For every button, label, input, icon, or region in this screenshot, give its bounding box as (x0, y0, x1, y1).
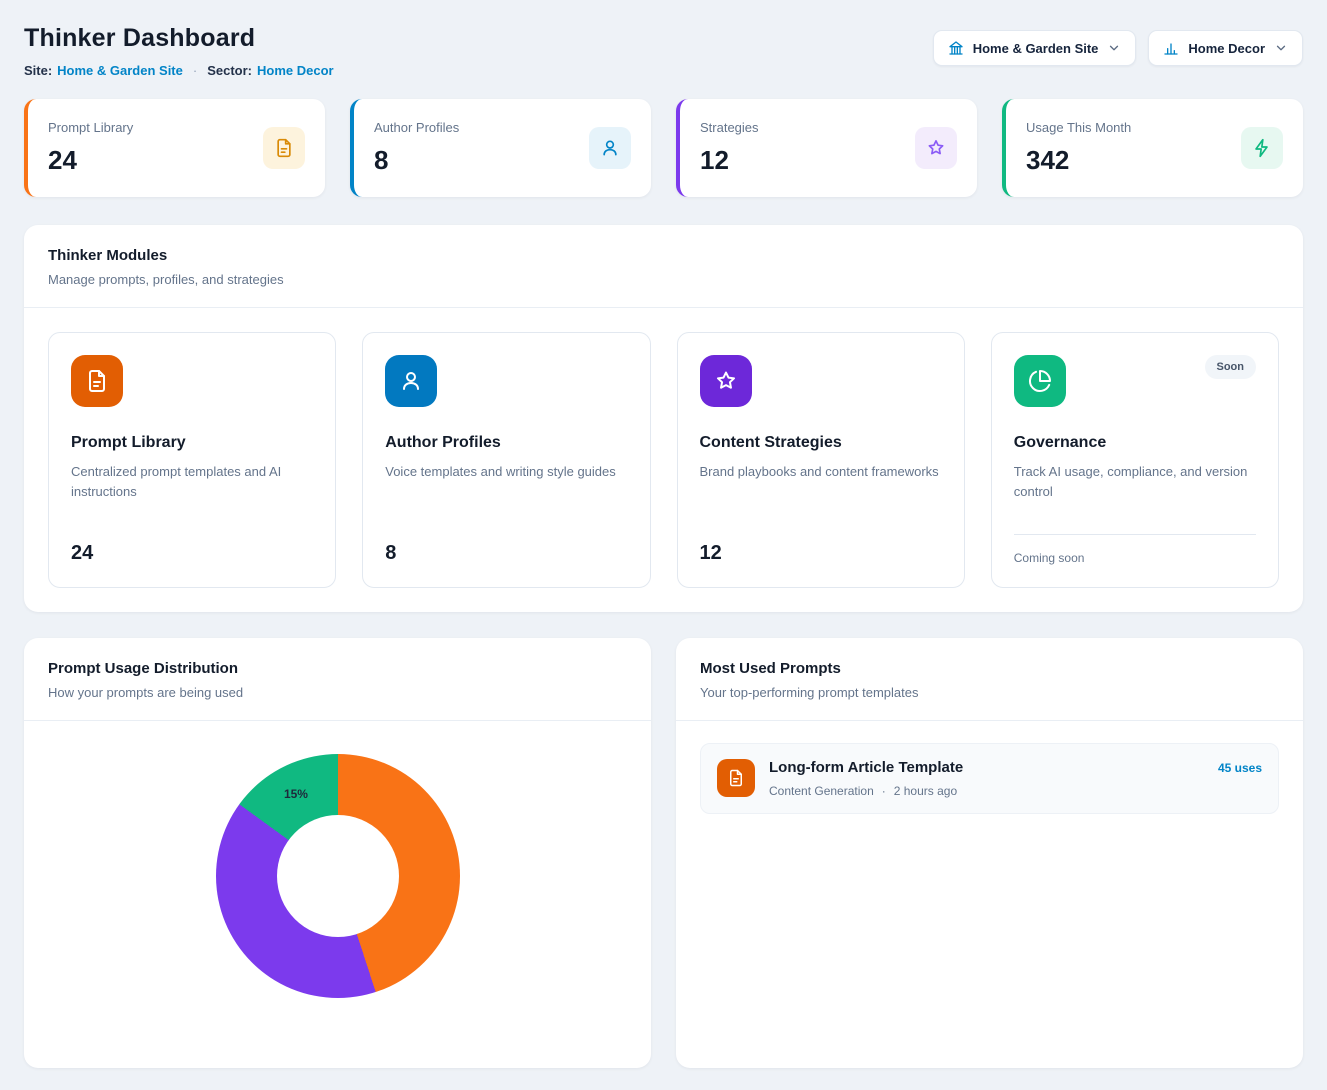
stat-card-author-profiles: Author Profiles 8 (350, 99, 651, 197)
prompt-item-uses: 45 uses (1218, 761, 1262, 775)
sector-label: Sector: (207, 63, 252, 78)
site-selector-dropdown[interactable]: Home & Garden Site (933, 30, 1137, 66)
modules-panel-header: Thinker Modules Manage prompts, profiles… (24, 225, 1303, 307)
stat-card-prompt-library: Prompt Library 24 (24, 99, 325, 197)
chevron-down-icon (1274, 41, 1288, 55)
user-icon (385, 355, 437, 407)
sector-selector-dropdown[interactable]: Home Decor (1148, 30, 1303, 66)
donut-hole (277, 815, 399, 937)
module-card-author-profiles[interactable]: Author Profiles Voice templates and writ… (362, 332, 650, 588)
meta-separator: · (882, 784, 886, 798)
stat-text: Usage This Month 342 (1026, 120, 1131, 176)
stat-label: Prompt Library (48, 120, 133, 135)
site-selector-label: Home & Garden Site (973, 41, 1099, 56)
bar-chart-icon (1163, 40, 1179, 56)
sector-link[interactable]: Home Decor (257, 63, 334, 78)
sparkle-icon (700, 355, 752, 407)
stat-value: 12 (700, 145, 759, 176)
module-card-top (700, 355, 942, 407)
most-used-prompts-card: Most Used Prompts Your top-performing pr… (676, 638, 1303, 1068)
stat-text: Strategies 12 (700, 120, 759, 176)
bolt-icon (1241, 127, 1283, 169)
header: Thinker Dashboard Site: Home & Garden Si… (24, 22, 1303, 78)
prompt-item-meta: Content Generation · 2 hours ago (769, 784, 1204, 798)
module-description: Brand playbooks and content frameworks (700, 462, 942, 482)
stat-value: 24 (48, 145, 133, 176)
prompts-card-header: Most Used Prompts Your top-performing pr… (676, 638, 1303, 720)
stat-card-strategies: Strategies 12 (676, 99, 977, 197)
module-card-content-strategies[interactable]: Content Strategies Brand playbooks and c… (677, 332, 965, 588)
stat-value: 8 (374, 145, 459, 176)
stat-label: Author Profiles (374, 120, 459, 135)
stat-card-usage: Usage This Month 342 (1002, 99, 1303, 197)
header-selectors: Home & Garden Site Home Decor (933, 30, 1303, 66)
coming-soon-text: Coming soon (1014, 534, 1256, 565)
module-description: Centralized prompt templates and AI inst… (71, 462, 313, 502)
header-left: Thinker Dashboard Site: Home & Garden Si… (24, 22, 334, 78)
stats-row: Prompt Library 24 Author Profiles 8 Stra… (24, 99, 1303, 197)
stat-value: 342 (1026, 145, 1131, 176)
module-count: 12 (700, 542, 942, 565)
pie-chart-icon (1014, 355, 1066, 407)
module-description: Track AI usage, compliance, and version … (1014, 462, 1256, 502)
module-card-governance[interactable]: Soon Governance Track AI usage, complian… (991, 332, 1279, 588)
donut-chart-wrap: 15% (216, 754, 460, 998)
soon-badge: Soon (1205, 355, 1257, 379)
document-icon (71, 355, 123, 407)
usage-card-subtitle: How your prompts are being used (48, 685, 627, 700)
prompt-list: Long-form Article Template Content Gener… (676, 721, 1303, 836)
module-card-top (71, 355, 313, 407)
module-count: 8 (385, 542, 627, 565)
module-card-prompt-library[interactable]: Prompt Library Centralized prompt templa… (48, 332, 336, 588)
breadcrumb-separator: · (193, 63, 197, 78)
usage-card-title: Prompt Usage Distribution (48, 660, 627, 677)
stat-text: Author Profiles 8 (374, 120, 459, 176)
module-description: Voice templates and writing style guides (385, 462, 627, 482)
site-link[interactable]: Home & Garden Site (57, 63, 183, 78)
module-title: Content Strategies (700, 434, 942, 452)
module-title: Prompt Library (71, 434, 313, 452)
usage-distribution-card: Prompt Usage Distribution How your promp… (24, 638, 651, 1068)
prompt-item-title: Long-form Article Template (769, 759, 1204, 776)
prompts-card-subtitle: Your top-performing prompt templates (700, 685, 1279, 700)
donut-label: 15% (284, 787, 308, 801)
modules-grid: Prompt Library Centralized prompt templa… (24, 308, 1303, 612)
breadcrumb: Site: Home & Garden Site · Sector: Home … (24, 63, 334, 78)
document-icon (263, 127, 305, 169)
user-icon (589, 127, 631, 169)
stat-label: Strategies (700, 120, 759, 135)
stat-text: Prompt Library 24 (48, 120, 133, 176)
bottom-row: Prompt Usage Distribution How your promp… (24, 638, 1303, 1068)
prompt-item-time: 2 hours ago (894, 784, 957, 798)
module-title: Author Profiles (385, 434, 627, 452)
stat-label: Usage This Month (1026, 120, 1131, 135)
sparkle-icon (915, 127, 957, 169)
building-icon (948, 40, 964, 56)
module-title: Governance (1014, 434, 1256, 452)
modules-panel-title: Thinker Modules (48, 247, 1279, 264)
thinker-dashboard-page: Thinker Dashboard Site: Home & Garden Si… (0, 0, 1327, 1090)
module-card-top (385, 355, 627, 407)
prompt-list-item[interactable]: Long-form Article Template Content Gener… (700, 743, 1279, 814)
module-card-top: Soon (1014, 355, 1256, 407)
prompts-card-title: Most Used Prompts (700, 660, 1279, 677)
site-label: Site: (24, 63, 52, 78)
sector-selector-label: Home Decor (1188, 41, 1265, 56)
chevron-down-icon (1107, 41, 1121, 55)
usage-card-header: Prompt Usage Distribution How your promp… (24, 638, 651, 720)
modules-panel-subtitle: Manage prompts, profiles, and strategies (48, 272, 1279, 287)
thinker-modules-panel: Thinker Modules Manage prompts, profiles… (24, 225, 1303, 612)
prompt-item-body: Long-form Article Template Content Gener… (769, 759, 1204, 798)
divider (24, 720, 651, 721)
prompt-item-category: Content Generation (769, 784, 874, 798)
module-count: 24 (71, 542, 313, 565)
page-title: Thinker Dashboard (24, 24, 334, 53)
document-icon (717, 759, 755, 797)
